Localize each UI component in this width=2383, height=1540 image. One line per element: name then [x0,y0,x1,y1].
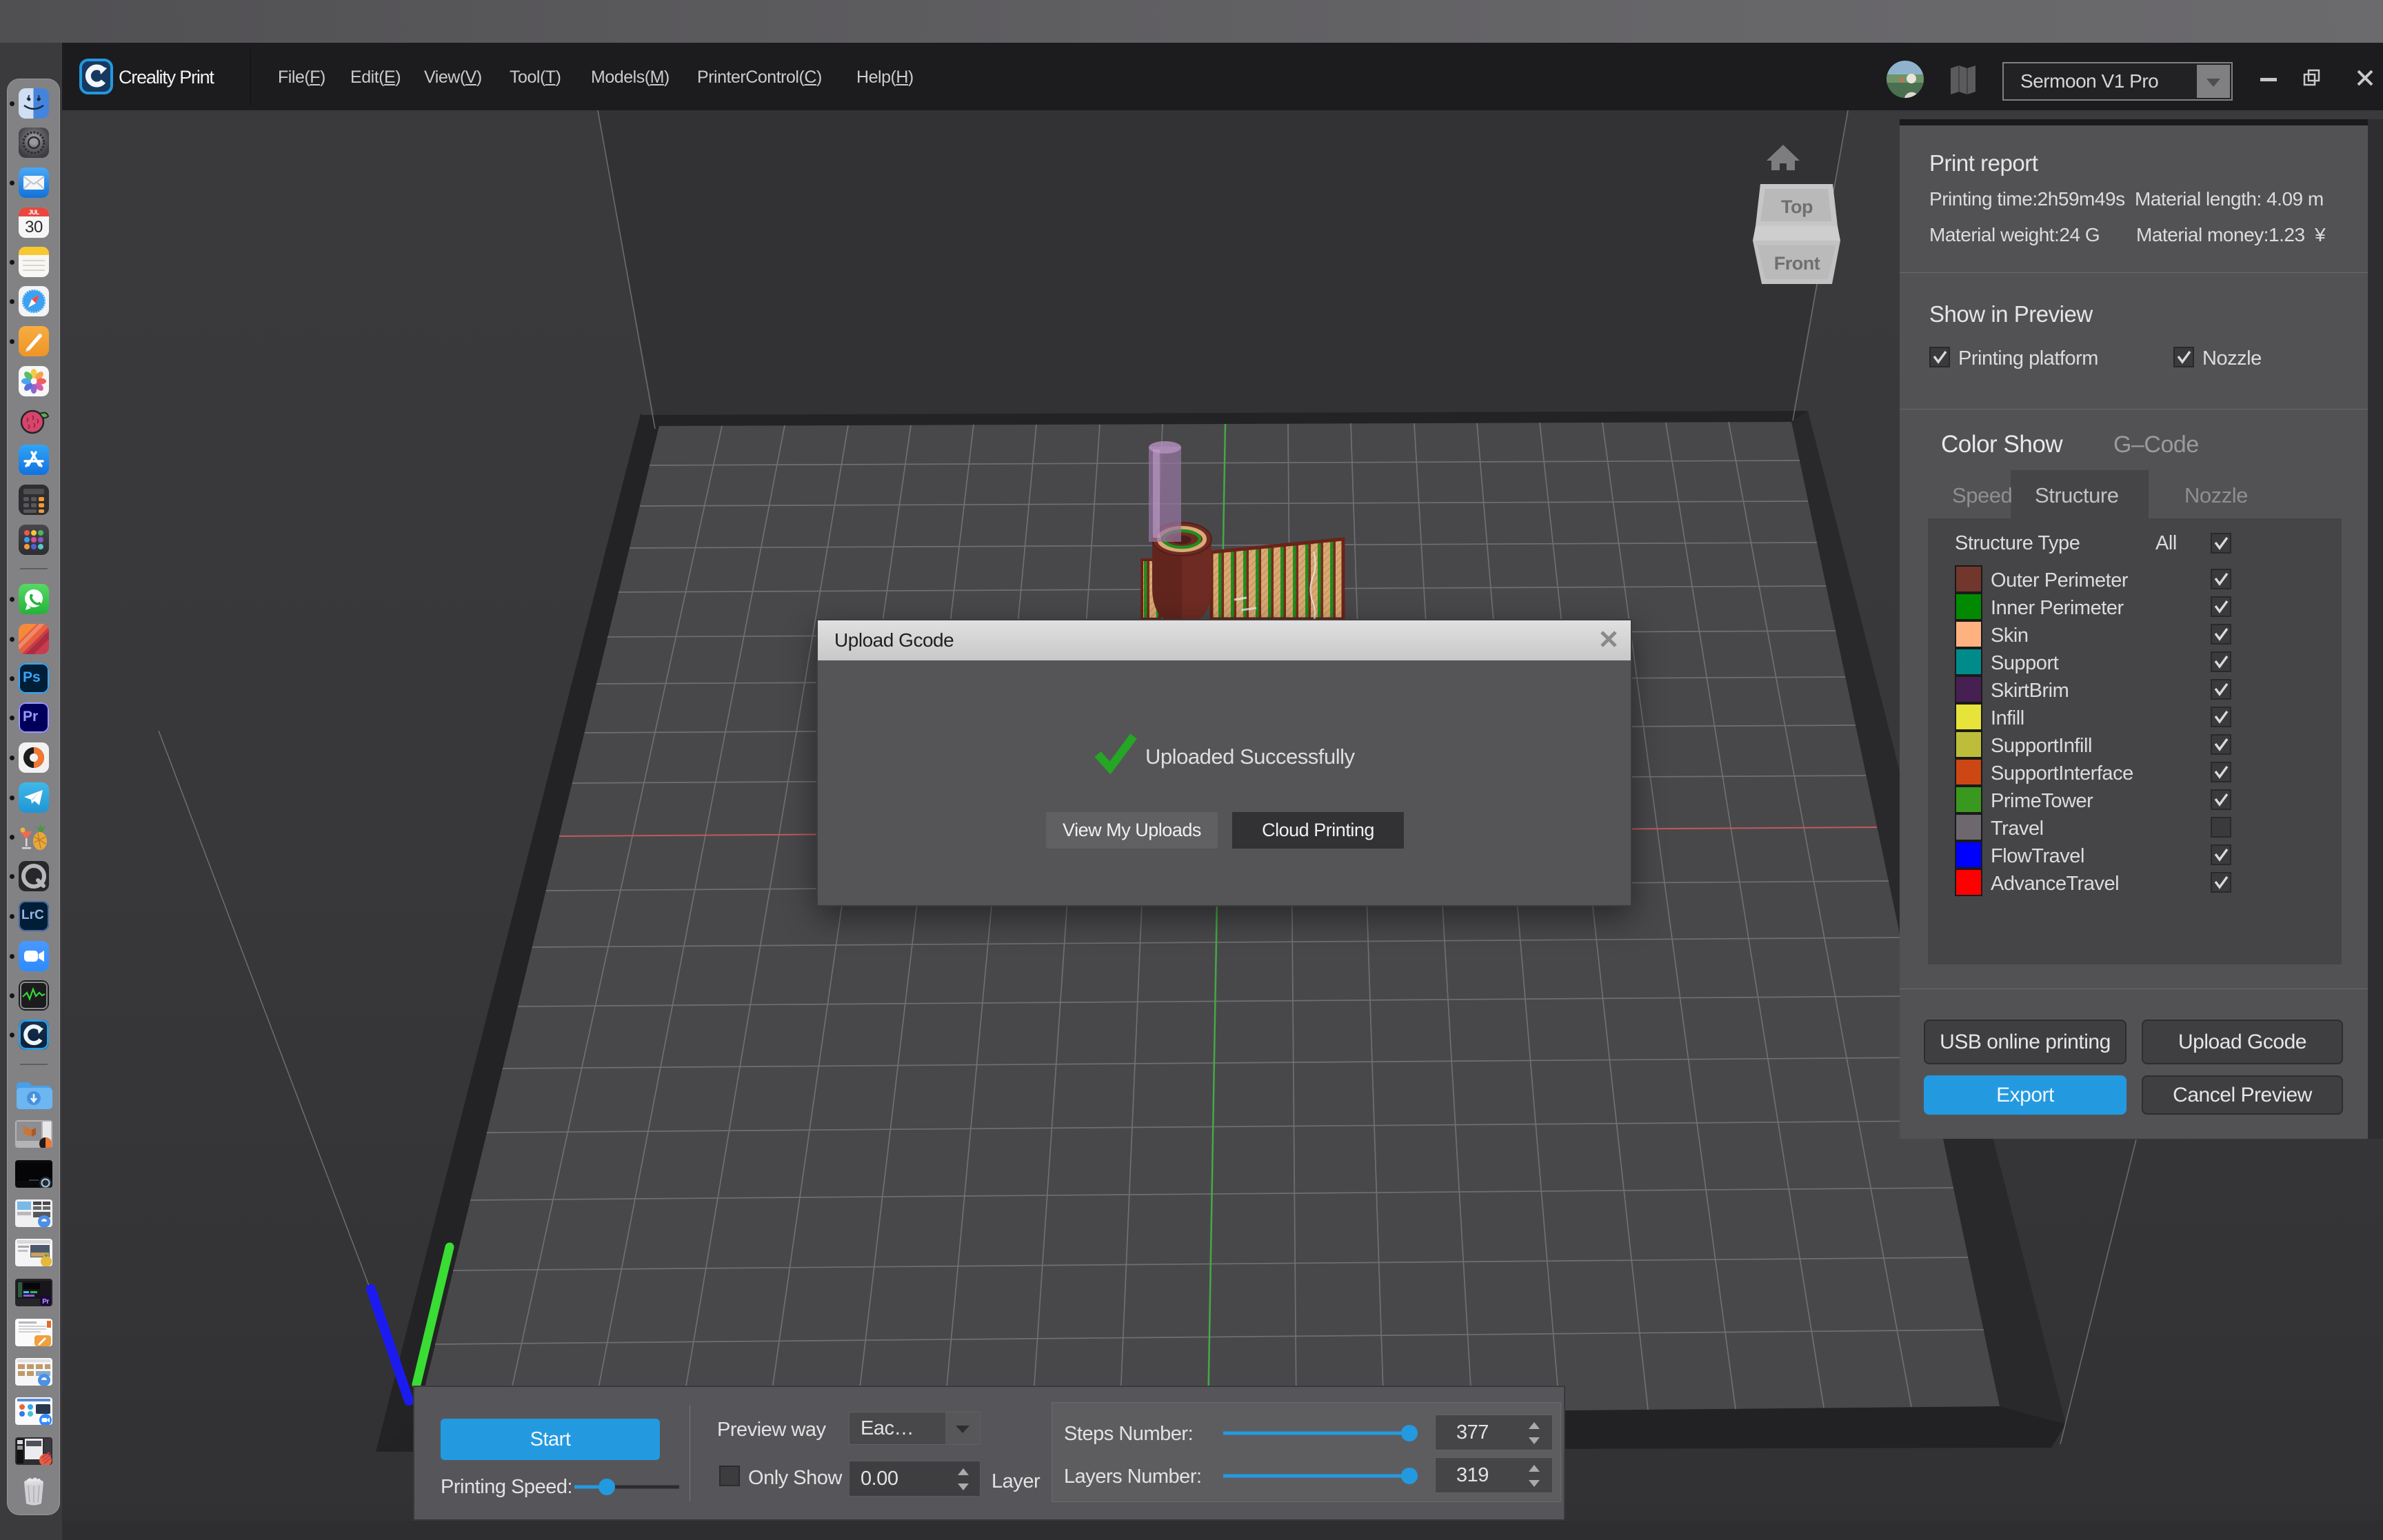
svg-text:Pr: Pr [42,1298,49,1306]
svg-text:Top: Top [1781,196,1813,217]
svg-text:Front: Front [1774,253,1820,274]
svg-text:JUL: JUL [28,209,40,216]
svg-text:30: 30 [25,218,43,236]
